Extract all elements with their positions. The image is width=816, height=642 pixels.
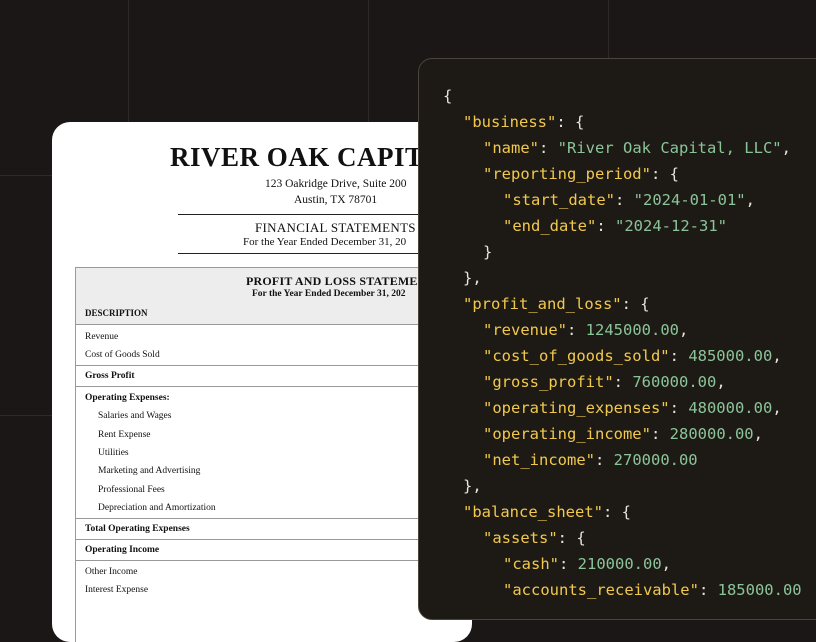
row-divider xyxy=(76,365,472,366)
table-row: Gross Profit xyxy=(85,371,135,381)
code-line: "business": { xyxy=(463,113,585,131)
row-divider xyxy=(76,539,472,540)
address-line-2: Austin, TX 78701 xyxy=(294,194,378,206)
code-line: }, xyxy=(463,477,482,495)
code-line: }, xyxy=(463,269,482,287)
code-line: "revenue": 1245000.00, xyxy=(483,321,689,339)
code-line: "accounts_receivable": 185000.00 xyxy=(503,581,802,599)
code-line: } xyxy=(483,243,493,261)
code-line: "operating_expenses": 480000.00, xyxy=(483,399,782,417)
table-row: Utilities xyxy=(98,448,129,458)
row-divider xyxy=(76,560,472,561)
code-line: "operating_income": 280000.00, xyxy=(483,425,763,443)
code-line: "end_date": "2024-12-31" xyxy=(503,217,727,235)
table-row: Operating Expenses: xyxy=(85,393,170,403)
financial-statements-title: FINANCIAL STATEMENTS xyxy=(255,220,416,235)
table-row: Total Operating Expenses xyxy=(85,524,190,534)
table-row: Operating Income xyxy=(85,545,160,555)
code-line: "assets": { xyxy=(483,529,586,547)
address-line-1: 123 Oakridge Drive, Suite 200 xyxy=(265,178,407,190)
code-line: "start_date": "2024-01-01", xyxy=(503,191,755,209)
code-line: "gross_profit": 760000.00, xyxy=(483,373,726,391)
table-row: Cost of Goods Sold xyxy=(85,350,160,360)
table-row: Professional Fees xyxy=(98,485,165,495)
row-divider xyxy=(76,518,472,519)
table-row: Marketing and Advertising xyxy=(98,466,201,476)
json-code-panel: { "business": { "name": "River Oak Capit… xyxy=(418,58,816,620)
row-divider xyxy=(76,386,472,387)
profit-loss-table: PROFIT AND LOSS STATEMEN For the Year En… xyxy=(75,267,472,642)
table-header: PROFIT AND LOSS STATEMEN For the Year En… xyxy=(76,268,472,305)
code-line: "net_income": 270000.00 xyxy=(483,451,698,469)
code-line: "cost_of_goods_sold": 485000.00, xyxy=(483,347,782,365)
code-line: "cash": 210000.00, xyxy=(503,555,672,573)
code-line: "profit_and_loss": { xyxy=(463,295,650,313)
pl-subtitle: For the Year Ended December 31, 202 xyxy=(252,289,406,299)
code-line: "name": "River Oak Capital, LLC", xyxy=(483,139,791,157)
description-column-label: DESCRIPTION xyxy=(85,308,148,318)
table-row: Other Income xyxy=(85,567,138,577)
pl-title: PROFIT AND LOSS STATEMEN xyxy=(246,274,427,288)
table-row: Rent Expense xyxy=(98,430,151,440)
code-line: "balance_sheet": { xyxy=(463,503,631,521)
financial-statement-document: RIVER OAK CAPITA 123 Oakridge Drive, Sui… xyxy=(52,122,472,642)
table-row: Salaries and Wages xyxy=(98,411,172,421)
financial-statements-subtitle: For the Year Ended December 31, 20 xyxy=(243,236,407,248)
code-line: { xyxy=(443,87,453,105)
table-row: Interest Expense xyxy=(85,585,149,595)
code-line: "reporting_period": { xyxy=(483,165,679,183)
column-header: DESCRIPTION xyxy=(76,304,472,325)
table-row: Revenue xyxy=(85,332,119,342)
company-title: RIVER OAK CAPITA xyxy=(170,142,442,172)
table-row: Depreciation and Amortization xyxy=(98,503,216,513)
